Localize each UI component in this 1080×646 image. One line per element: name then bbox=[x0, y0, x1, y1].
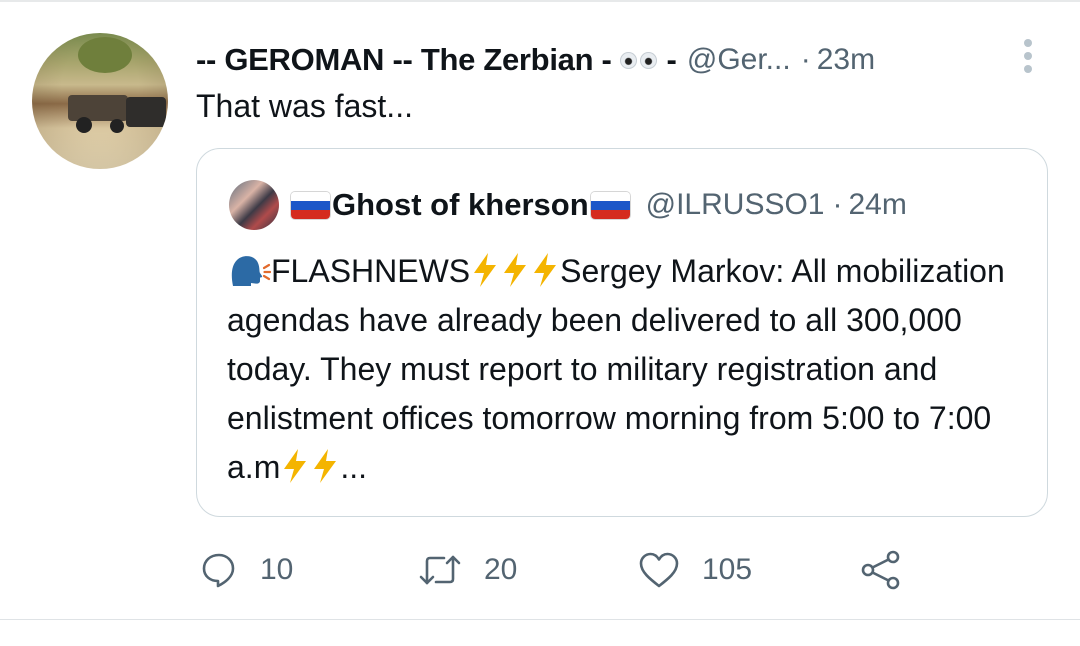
like-button[interactable]: 105 bbox=[638, 548, 752, 592]
lightning-icon bbox=[314, 449, 337, 483]
author-handle[interactable]: @Ger... bbox=[687, 43, 791, 77]
reply-icon bbox=[202, 553, 235, 588]
bottom-divider bbox=[0, 619, 1080, 620]
tweet-actions-bar: 10 20 105 bbox=[0, 548, 1080, 592]
quoted-tweet-card[interactable]: Ghost of kherson @ILRUSSO1 · 24m FLASHNE… bbox=[196, 148, 1048, 517]
header-separator: · bbox=[800, 43, 811, 76]
quoted-tweet-header: Ghost of kherson @ILRUSSO1 · 24m bbox=[291, 183, 907, 227]
quoted-tweet-text: FLASHNEWS Sergey Markov: All mobilization… bbox=[227, 247, 1027, 492]
author-avatar[interactable] bbox=[32, 33, 168, 169]
avatar-wheel bbox=[110, 119, 124, 133]
retweet-button[interactable]: 20 bbox=[418, 548, 517, 592]
share-button[interactable] bbox=[860, 548, 902, 592]
avatar-vehicle bbox=[126, 97, 166, 127]
reply-button[interactable]: 10 bbox=[200, 548, 293, 592]
tweet-timestamp[interactable]: 23m bbox=[817, 43, 875, 77]
author-display-name-tail[interactable]: - bbox=[667, 42, 677, 78]
russian-flag-icon bbox=[291, 191, 330, 219]
tweet-header: -- GEROMAN -- The Zerbian - - @Ger... · … bbox=[196, 38, 875, 82]
heart-icon bbox=[639, 552, 679, 588]
speaking-head-icon bbox=[231, 256, 271, 286]
avatar-vehicle bbox=[68, 95, 128, 121]
russian-flag-icon bbox=[590, 191, 630, 219]
like-count: 105 bbox=[702, 553, 753, 586]
quoted-author-display-name[interactable]: Ghost of kherson bbox=[332, 187, 589, 223]
retweet-count: 20 bbox=[484, 553, 518, 586]
truncation-ellipsis: ... bbox=[340, 449, 368, 485]
lightning-icon bbox=[534, 253, 557, 287]
lightning-icon bbox=[474, 253, 497, 287]
retweet-icon bbox=[419, 555, 461, 585]
lightning-icon bbox=[504, 253, 527, 287]
more-vertical-icon[interactable] bbox=[1018, 36, 1038, 76]
quoted-author-avatar[interactable] bbox=[229, 180, 279, 230]
author-display-name[interactable]: -- GEROMAN -- The Zerbian - bbox=[196, 42, 612, 78]
eyes-emoji-icon bbox=[619, 51, 657, 69]
quoted-tweet-timestamp[interactable]: 24m bbox=[848, 188, 906, 222]
quoted-author-handle[interactable]: @ILRUSSO1 bbox=[646, 188, 825, 222]
lightning-icon bbox=[284, 449, 307, 483]
share-icon bbox=[861, 550, 900, 590]
flashnews-label: FLASHNEWS bbox=[271, 253, 471, 289]
avatar-wheel bbox=[76, 117, 92, 133]
reply-count: 10 bbox=[260, 553, 294, 586]
tweet-text: That was fast... bbox=[196, 88, 413, 124]
quoted-header-separator: · bbox=[832, 188, 843, 221]
avatar-tree bbox=[78, 37, 132, 73]
top-divider bbox=[0, 0, 1080, 2]
